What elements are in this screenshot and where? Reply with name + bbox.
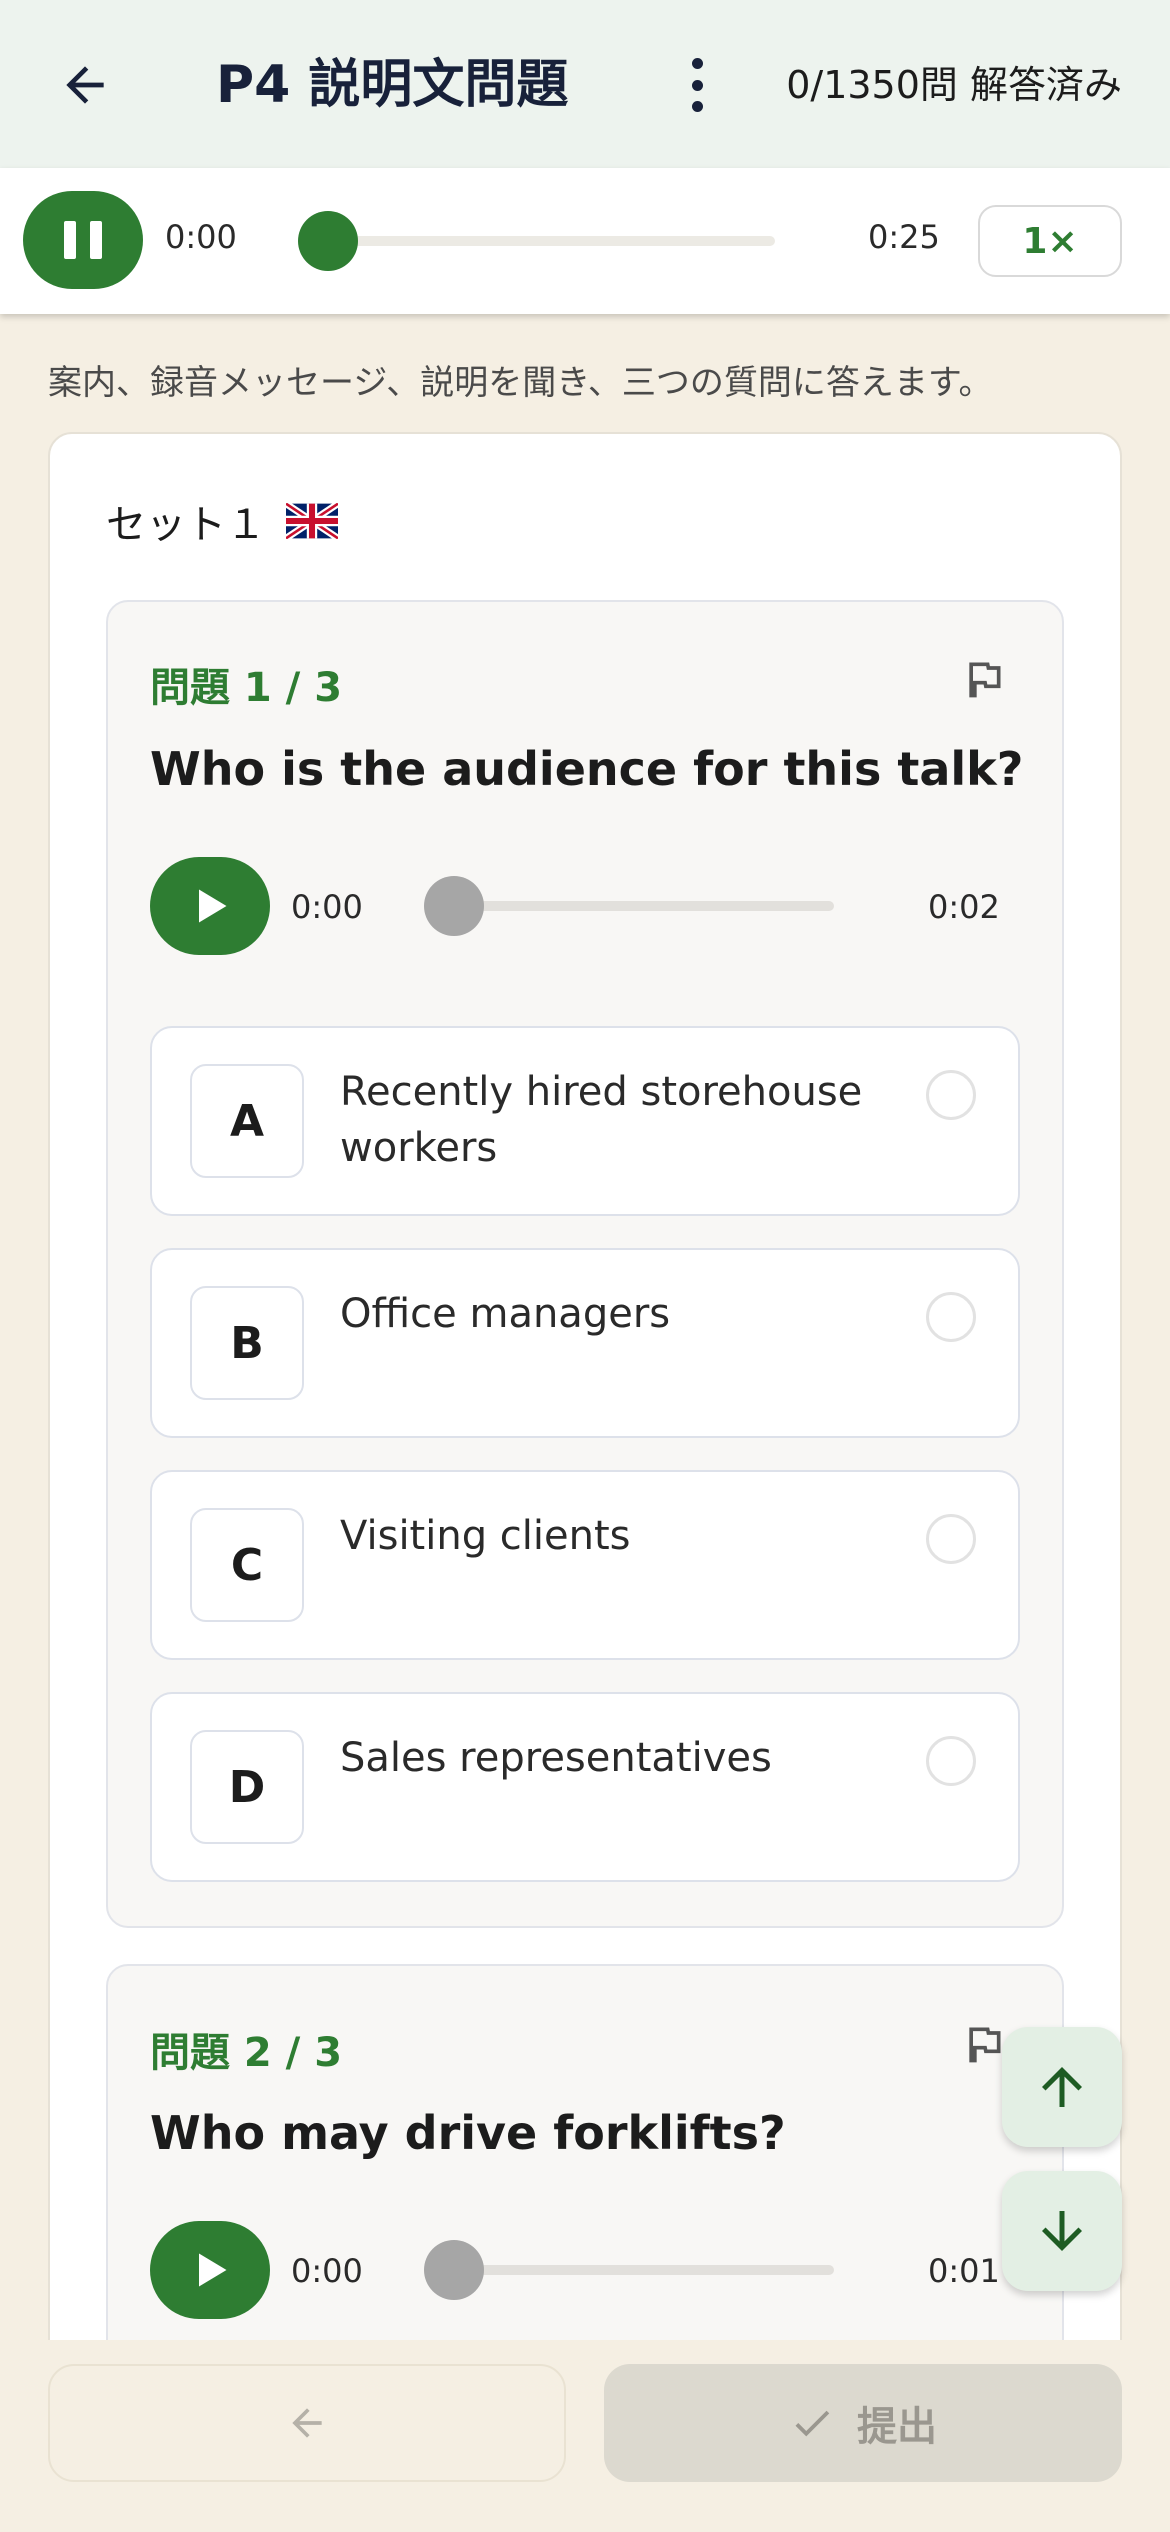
previous-button[interactable] [48, 2364, 566, 2482]
page-title: P4 説明文問題 [216, 55, 569, 115]
question-seek-thumb[interactable] [424, 876, 484, 936]
main-audio-player: 0:00 0:25 1× [0, 168, 1170, 314]
answer-option-b[interactable]: B Office managers [150, 1248, 1020, 1438]
radio-button[interactable] [926, 1514, 976, 1564]
set-title: セット１ [106, 492, 338, 550]
question-total-time: 0:02 [928, 888, 1000, 926]
arrow-up-icon [1042, 2067, 1082, 2107]
question-play-button[interactable] [150, 857, 270, 955]
scroll-up-button[interactable] [1002, 2027, 1122, 2147]
radio-button[interactable] [926, 1070, 976, 1120]
playback-speed-button[interactable]: 1× [978, 205, 1122, 277]
option-letter: C [190, 1508, 304, 1622]
question-play-button[interactable] [150, 2221, 270, 2319]
question-text: Who is the audience for this talk? [150, 742, 1024, 796]
option-letter: D [190, 1730, 304, 1844]
top-app-bar: P4 説明文問題 0/1350問 解答済み [0, 0, 1170, 168]
question-number: 問題 2 / 3 [150, 2030, 343, 2076]
submit-label: 提出 [857, 2404, 937, 2450]
question-total-time: 0:01 [928, 2252, 1000, 2290]
check-icon [795, 2410, 830, 2437]
option-letter: A [190, 1064, 304, 1178]
question-seek-track[interactable] [426, 2265, 834, 2275]
radio-button[interactable] [926, 1292, 976, 1342]
option-text: Office managers [340, 1291, 671, 1337]
option-text: Sales representatives [340, 1735, 772, 1781]
flag-icon[interactable] [962, 655, 1006, 703]
answer-option-c[interactable]: C Visiting clients [150, 1470, 1020, 1660]
play-icon [199, 2253, 227, 2287]
play-icon [199, 889, 227, 923]
answer-option-a[interactable]: A Recently hired storehouse workers [150, 1026, 1020, 1216]
main-seek-thumb[interactable] [298, 211, 358, 271]
pause-icon [64, 221, 76, 259]
question-current-time: 0:00 [291, 888, 363, 926]
option-text: Recently hired storehouse workers [340, 1069, 863, 1171]
back-button[interactable] [50, 50, 120, 120]
submit-button[interactable]: 提出 [604, 2364, 1122, 2482]
question-seek-thumb[interactable] [424, 2240, 484, 2300]
answered-count: 0/1350問 解答済み [786, 63, 1122, 107]
main-seek-track[interactable] [330, 236, 775, 246]
question-number: 問題 1 / 3 [150, 665, 343, 711]
more-vert-icon[interactable] [680, 52, 714, 118]
flag-icon[interactable] [962, 2020, 1006, 2068]
main-current-time: 0:00 [165, 218, 237, 256]
main-total-time: 0:25 [868, 218, 940, 256]
radio-button[interactable] [926, 1736, 976, 1786]
pause-button[interactable] [23, 191, 143, 289]
uk-flag-icon [286, 503, 338, 539]
arrow-left-icon [292, 2408, 322, 2438]
arrow-left-icon [66, 66, 104, 104]
arrow-down-icon [1042, 2211, 1082, 2251]
bottom-action-bar: 提出 [0, 2340, 1170, 2532]
option-letter: B [190, 1286, 304, 1400]
scroll-down-button[interactable] [1002, 2171, 1122, 2291]
question-current-time: 0:00 [291, 2252, 363, 2290]
option-text: Visiting clients [340, 1513, 631, 1559]
set-title-label: セット１ [106, 502, 266, 548]
answer-option-d[interactable]: D Sales representatives [150, 1692, 1020, 1882]
instructions-text: 案内、録音メッセージ、説明を聞き、三つの質問に答えます。 [48, 363, 993, 403]
question-seek-track[interactable] [426, 901, 834, 911]
question-text: Who may drive forklifts? [150, 2106, 786, 2160]
